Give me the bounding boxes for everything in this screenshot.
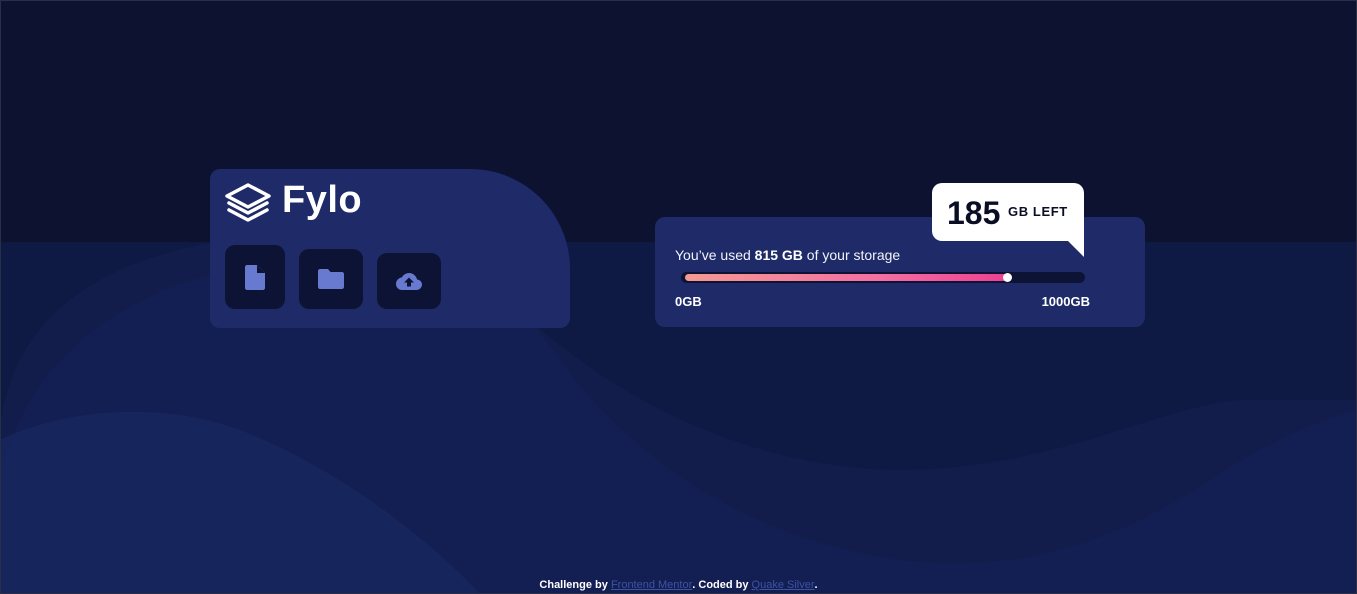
usage-prefix: You’ve used xyxy=(675,247,755,263)
usage-amount: 815 GB xyxy=(754,247,803,263)
author-link[interactable]: Quake Silver xyxy=(752,579,815,591)
brand-logo: Fylo xyxy=(224,179,363,223)
footer-prefix: Challenge by xyxy=(539,579,611,591)
remaining-label: GB LEFT xyxy=(1008,204,1068,219)
tooltip-tail xyxy=(1068,241,1084,257)
footer-suffix: . xyxy=(814,579,818,591)
remaining-tooltip: 185 GB LEFT xyxy=(932,183,1084,257)
attribution-footer: Challenge by Frontend Mentor. Coded by Q… xyxy=(0,579,1357,591)
frontend-mentor-link[interactable]: Frontend Mentor xyxy=(611,579,692,591)
document-button[interactable] xyxy=(225,245,285,309)
footer-middle: . Coded by xyxy=(692,579,752,591)
logo-card: Fylo xyxy=(210,169,570,328)
document-icon xyxy=(245,264,265,290)
upload-cloud-icon xyxy=(396,272,422,290)
usage-suffix: of your storage xyxy=(802,247,901,263)
upload-button[interactable] xyxy=(377,253,441,309)
folder-icon xyxy=(318,269,344,289)
storage-progress-fill xyxy=(685,274,1008,281)
brand-name: Fylo xyxy=(282,179,363,221)
storage-progress-knob xyxy=(1003,273,1012,282)
storage-progress-bar xyxy=(681,272,1085,283)
scale-max-label: 1000GB xyxy=(1041,294,1090,309)
remaining-number: 185 xyxy=(947,195,1001,231)
folder-button[interactable] xyxy=(299,249,363,309)
scale-min-label: 0GB xyxy=(675,294,702,309)
layers-icon xyxy=(225,183,271,222)
usage-text: You’ve used 815 GB of your storage xyxy=(675,247,900,263)
